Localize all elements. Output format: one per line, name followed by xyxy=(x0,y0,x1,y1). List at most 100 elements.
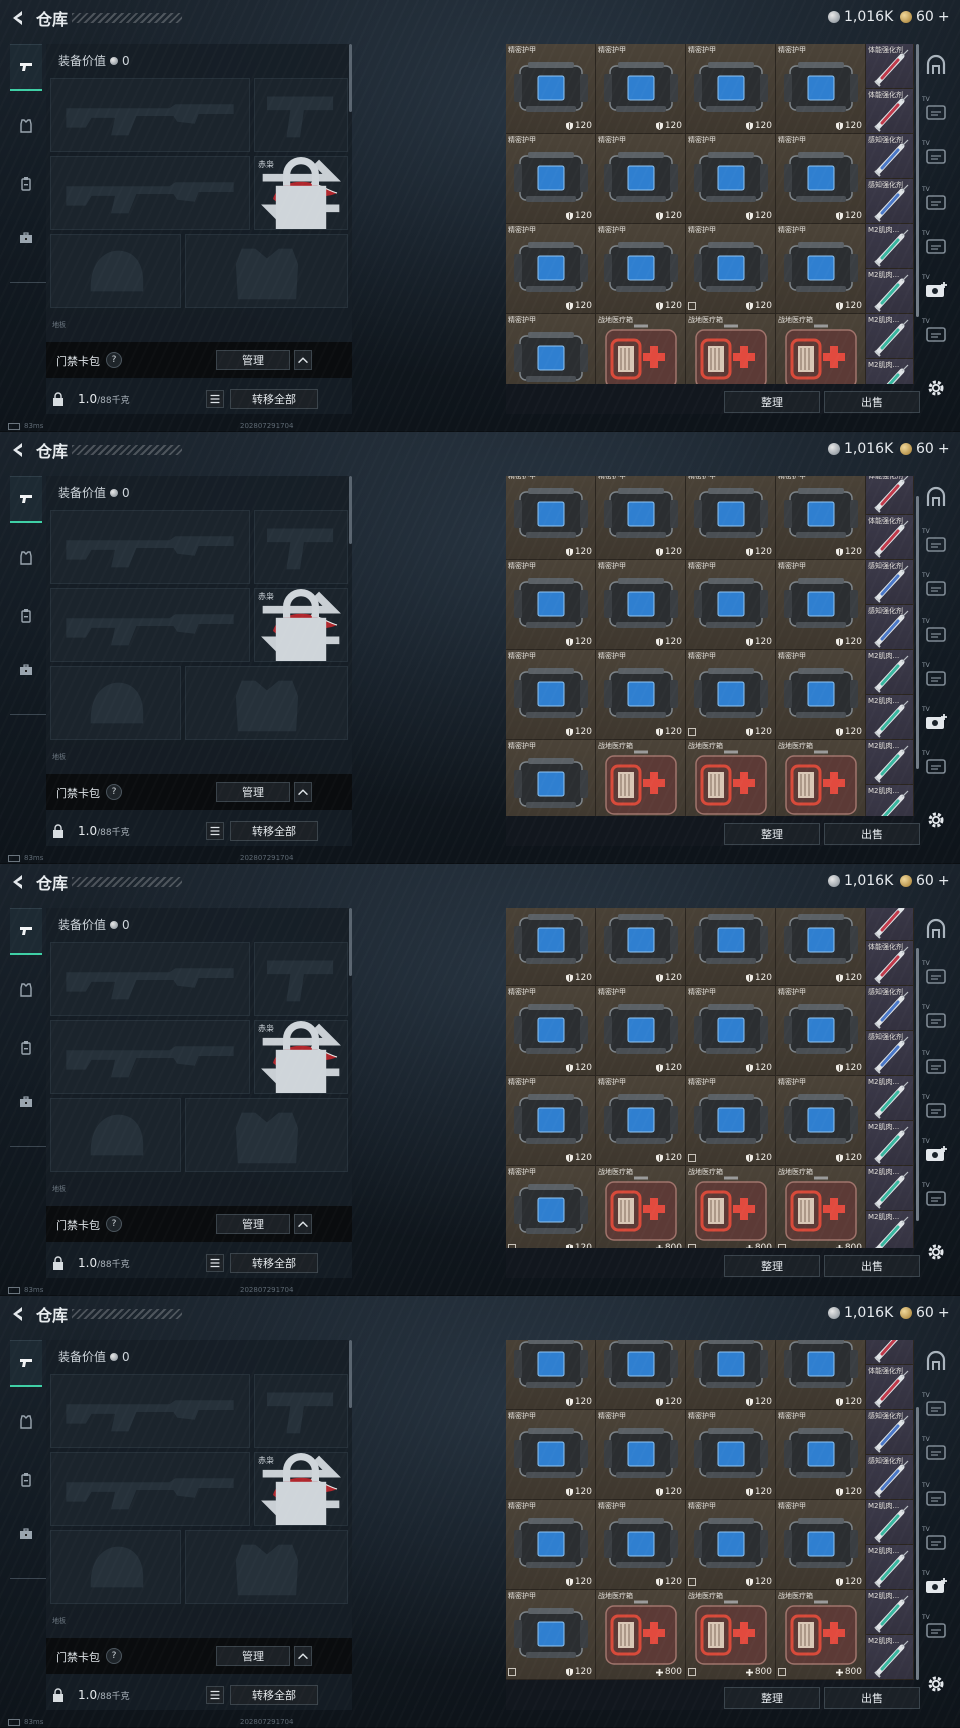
armor-cell[interactable]: 精密护甲120 xyxy=(596,1500,686,1590)
syringe-cell[interactable]: M2肌肉... xyxy=(866,359,914,384)
armor-cell[interactable]: 精密护甲120 xyxy=(506,224,596,314)
armor-cell[interactable]: 精密护甲120 xyxy=(506,1500,596,1590)
armor-cell[interactable]: 精密护甲120 xyxy=(596,908,686,986)
sort-button[interactable]: 整理 xyxy=(724,823,820,845)
list-view-button[interactable] xyxy=(206,822,224,840)
syringe-cell[interactable]: M2肌肉... xyxy=(866,224,914,269)
syringe-cell[interactable]: M2肌肉... xyxy=(866,314,914,359)
equipment-scrollbar[interactable] xyxy=(349,1340,352,1408)
armor-cell[interactable]: 精密护甲120 xyxy=(506,986,596,1076)
syringe-cell[interactable]: 感知强化剂 xyxy=(866,1410,914,1455)
armor-cell[interactable]: 精密护甲120 xyxy=(776,650,866,740)
add-gold-button[interactable]: + xyxy=(938,1305,950,1321)
syringe-cell[interactable]: M2肌肉... xyxy=(866,1076,914,1121)
shelter-button[interactable] xyxy=(922,484,950,512)
syringe-cell[interactable]: 体能强化剂 xyxy=(866,1340,914,1365)
syringe-cell[interactable]: M2肌肉... xyxy=(866,1545,914,1590)
syringe-cell[interactable]: M2肌肉... xyxy=(866,1166,914,1211)
syringe-cell[interactable]: 体能强化剂 xyxy=(866,908,914,941)
armor-cell[interactable]: 精密护甲120 xyxy=(506,650,596,740)
tab-weapons[interactable] xyxy=(10,1340,42,1387)
help-button[interactable]: ? xyxy=(106,784,122,800)
tab-backpack[interactable] xyxy=(10,594,42,638)
collapse-button[interactable] xyxy=(294,350,312,370)
helmet-slot[interactable] xyxy=(50,666,181,740)
pistol-slot[interactable] xyxy=(254,510,348,584)
settings-button[interactable] xyxy=(926,1674,946,1694)
armor-cell[interactable]: 精密护甲120 xyxy=(596,986,686,1076)
armor-cell[interactable]: 精密护甲120 xyxy=(506,1340,596,1410)
armor-cell[interactable]: 精密护甲120 xyxy=(506,134,596,224)
armor-cell[interactable]: 精密护甲120 xyxy=(596,1410,686,1500)
medkit-cell[interactable]: 战地医疗箱800 xyxy=(596,1166,686,1248)
syringe-cell[interactable]: 感知强化剂 xyxy=(866,179,914,224)
armor-cell[interactable]: 精密护甲120 xyxy=(776,1076,866,1166)
armor-cell[interactable]: 精密护甲120 xyxy=(596,1076,686,1166)
armor-cell[interactable]: 精密护甲120 xyxy=(596,650,686,740)
settings-button[interactable] xyxy=(926,378,946,398)
armor-cell[interactable]: 精密护甲120 xyxy=(596,134,686,224)
armor-cell[interactable]: 精密护甲120 xyxy=(776,224,866,314)
armor-cell[interactable]: 精密护甲120 xyxy=(506,560,596,650)
syringe-cell[interactable]: M2肌肉... xyxy=(866,785,914,816)
armor-cell[interactable]: 精密护甲120 xyxy=(686,908,776,986)
secondary-weapon-slot[interactable] xyxy=(50,1452,250,1526)
back-button[interactable] xyxy=(8,872,28,892)
tab-armor[interactable] xyxy=(10,968,42,1012)
equipment-scrollbar[interactable] xyxy=(349,908,352,976)
armor-cell[interactable]: 精密护甲120 xyxy=(776,1340,866,1410)
transfer-all-button[interactable]: 转移全部 xyxy=(230,821,318,841)
armor-cell[interactable]: 精密护甲120 xyxy=(776,476,866,560)
syringe-cell[interactable]: 感知强化剂 xyxy=(866,134,914,179)
armor-cell[interactable]: 精密护甲120 xyxy=(686,1500,776,1590)
syringe-cell[interactable]: M2肌肉... xyxy=(866,1500,914,1545)
armor-slot[interactable] xyxy=(185,1098,348,1172)
armor-cell[interactable]: 精密护甲120 xyxy=(596,224,686,314)
syringe-cell[interactable]: M2肌肉... xyxy=(866,1590,914,1635)
medkit-cell[interactable]: 战地医疗箱800 xyxy=(776,740,866,816)
tab-backpack[interactable] xyxy=(10,162,42,206)
pistol-slot[interactable] xyxy=(254,942,348,1016)
transfer-all-button[interactable]: 转移全部 xyxy=(230,1253,318,1273)
armor-slot[interactable] xyxy=(185,1530,348,1604)
armor-cell[interactable]: 精密护甲120 xyxy=(776,134,866,224)
tab-backpack[interactable] xyxy=(10,1458,42,1502)
syringe-cell[interactable]: 体能强化剂 xyxy=(866,44,914,89)
armor-slot[interactable] xyxy=(185,234,348,308)
secondary-weapon-slot[interactable] xyxy=(50,156,250,230)
shelter-button[interactable] xyxy=(922,1348,950,1376)
armor-cell[interactable]: 精密护甲120 xyxy=(506,44,596,134)
armor-cell[interactable]: 精密护甲120 xyxy=(506,1590,596,1680)
armor-cell[interactable]: 精密护甲120 xyxy=(686,476,776,560)
armor-cell[interactable]: 精密护甲120 xyxy=(776,1410,866,1500)
list-view-button[interactable] xyxy=(206,390,224,408)
pistol-slot[interactable] xyxy=(254,1374,348,1448)
armor-cell[interactable]: 精密护甲120 xyxy=(596,1340,686,1410)
tab-case[interactable] xyxy=(10,216,42,260)
medkit-cell[interactable]: 战地医疗箱800 xyxy=(596,1590,686,1680)
syringe-cell[interactable]: M2肌肉... xyxy=(866,1635,914,1680)
syringe-cell[interactable]: M2肌肉... xyxy=(866,1121,914,1166)
armor-cell[interactable]: 精密护甲120 xyxy=(686,134,776,224)
helmet-slot[interactable] xyxy=(50,1530,181,1604)
back-button[interactable] xyxy=(8,1304,28,1324)
primary-weapon-slot[interactable] xyxy=(50,942,250,1016)
syringe-cell[interactable]: 感知强化剂 xyxy=(866,1455,914,1500)
sort-button[interactable]: 整理 xyxy=(724,1687,820,1709)
equipment-scrollbar[interactable] xyxy=(349,44,352,112)
armor-cell[interactable]: 精密护甲120 xyxy=(686,1340,776,1410)
sell-button[interactable]: 出售 xyxy=(824,391,920,413)
back-button[interactable] xyxy=(8,440,28,460)
tab-armor[interactable] xyxy=(10,536,42,580)
medkit-cell[interactable]: 战地医疗箱800 xyxy=(596,314,686,384)
secondary-weapon-slot[interactable] xyxy=(50,588,250,662)
syringe-cell[interactable]: 感知强化剂 xyxy=(866,986,914,1031)
tab-armor[interactable] xyxy=(10,1400,42,1444)
helmet-slot[interactable] xyxy=(50,1098,181,1172)
armor-cell[interactable]: 精密护甲120 xyxy=(596,560,686,650)
settings-button[interactable] xyxy=(926,810,946,830)
syringe-cell[interactable]: 体能强化剂 xyxy=(866,941,914,986)
syringe-cell[interactable]: 感知强化剂 xyxy=(866,605,914,650)
pistol-slot[interactable] xyxy=(254,78,348,152)
help-button[interactable]: ? xyxy=(106,1216,122,1232)
